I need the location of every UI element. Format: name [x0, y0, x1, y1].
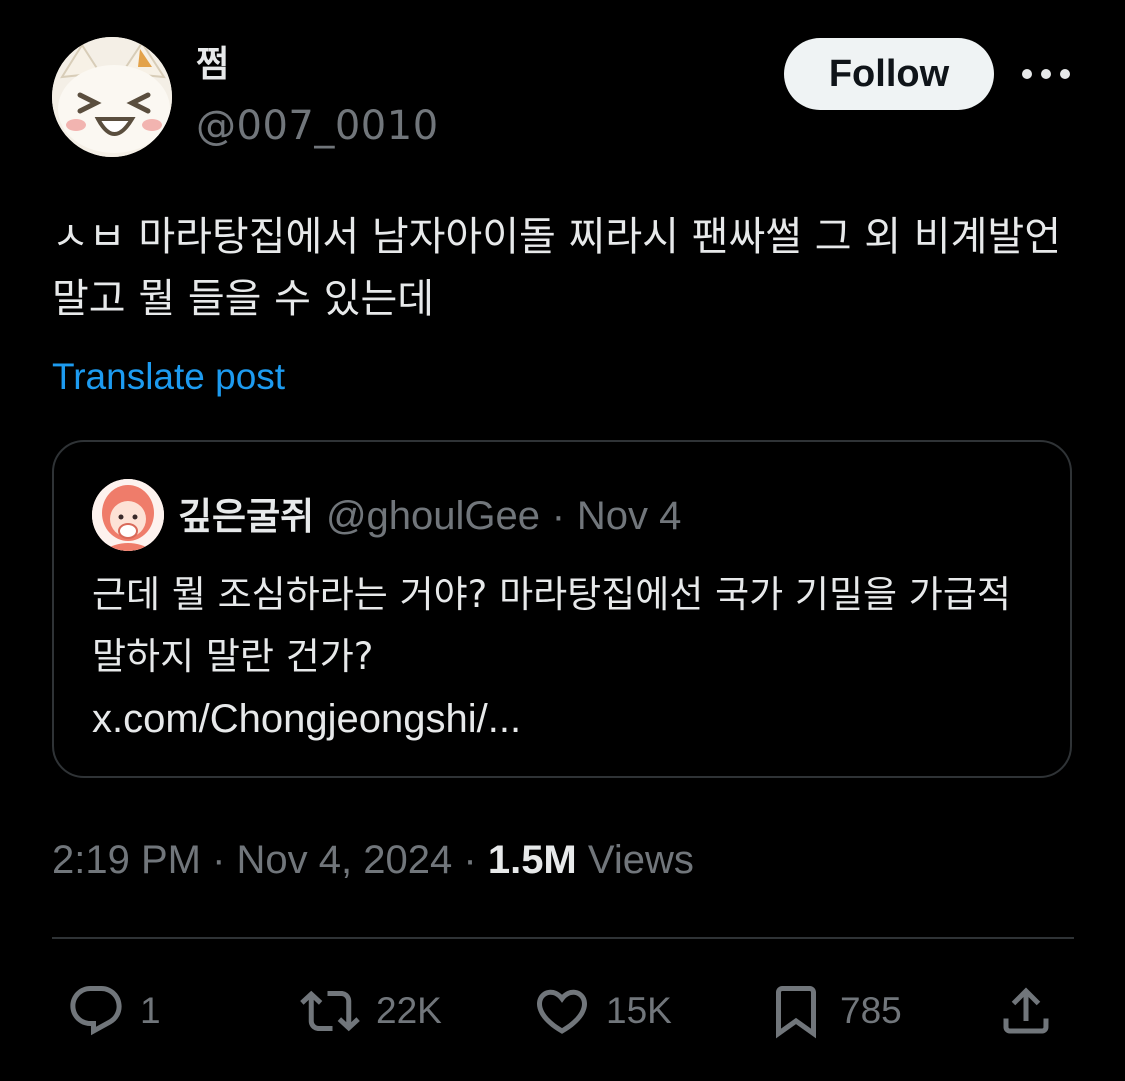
- quoted-author-name: 깊은굴쥐: [178, 495, 315, 538]
- post-date[interactable]: Nov 4, 2024: [237, 838, 453, 882]
- bookmark-count: 785: [840, 990, 902, 1031]
- quoted-post-header: 깊은굴쥐 @ghoulGee · Nov 4: [178, 488, 681, 545]
- share-icon: [1003, 987, 1049, 1034]
- repost-icon: [300, 990, 360, 1032]
- divider: [52, 937, 1074, 939]
- quoted-post-text: 근데 뭘 조심하라는 거야? 마라탕집에선 국가 기밀을 가급적 말하지 말란 …: [92, 564, 1042, 750]
- post-meta: 2:19 PM · Nov 4, 2024 · 1.5M Views: [52, 832, 694, 888]
- share-button[interactable]: [996, 980, 1056, 1042]
- tweet-detail: 쩜 @007_0010 Follow ㅅㅂ 마라탕집에서 남자아이돌 찌라시 팬…: [0, 0, 1125, 1081]
- post-text: ㅅㅂ 마라탕집에서 남자아이돌 찌라시 팬싸썰 그 외 비계발언 말고 뭘 들을…: [52, 214, 1062, 322]
- quoted-author-handle: @ghoulGee: [325, 494, 541, 538]
- author-display-name[interactable]: 쩜: [196, 40, 229, 90]
- post-time[interactable]: 2:19 PM: [52, 838, 201, 882]
- repost-button[interactable]: 22K: [298, 980, 442, 1042]
- quoted-separator: ·: [551, 494, 566, 538]
- like-count: 15K: [606, 990, 672, 1031]
- reply-count: 1: [140, 990, 161, 1031]
- reply-icon: [70, 986, 122, 1036]
- translate-post-link[interactable]: Translate post: [52, 354, 285, 400]
- quoted-author-avatar: [92, 479, 164, 551]
- more-options-button[interactable]: [1018, 58, 1074, 90]
- follow-button[interactable]: Follow: [784, 38, 994, 110]
- quoted-post[interactable]: 깊은굴쥐 @ghoulGee · Nov 4 근데 뭘 조심하라는 거야? 마라…: [52, 440, 1072, 778]
- meta-separator: ·: [212, 838, 226, 882]
- views-count: 1.5M: [487, 838, 577, 882]
- views-label: Views: [587, 838, 694, 882]
- reply-button[interactable]: 1: [66, 980, 161, 1042]
- author-handle[interactable]: @007_0010: [196, 100, 439, 152]
- quoted-post-body: 근데 뭘 조심하라는 거야? 마라탕집에선 국가 기밀을 가급적 말하지 말란 …: [92, 573, 1011, 678]
- author-avatar[interactable]: [52, 37, 172, 157]
- repost-count: 22K: [376, 990, 442, 1031]
- like-button[interactable]: 15K: [532, 980, 672, 1042]
- like-icon: [536, 989, 588, 1034]
- more-icon: [1022, 69, 1070, 79]
- quoted-post-date: Nov 4: [576, 494, 682, 538]
- bookmark-button[interactable]: 785: [766, 980, 902, 1042]
- bookmark-icon: [776, 986, 816, 1039]
- quoted-post-link[interactable]: x.com/Chongjeongshi/...: [92, 688, 1042, 750]
- meta-separator: ·: [463, 838, 477, 882]
